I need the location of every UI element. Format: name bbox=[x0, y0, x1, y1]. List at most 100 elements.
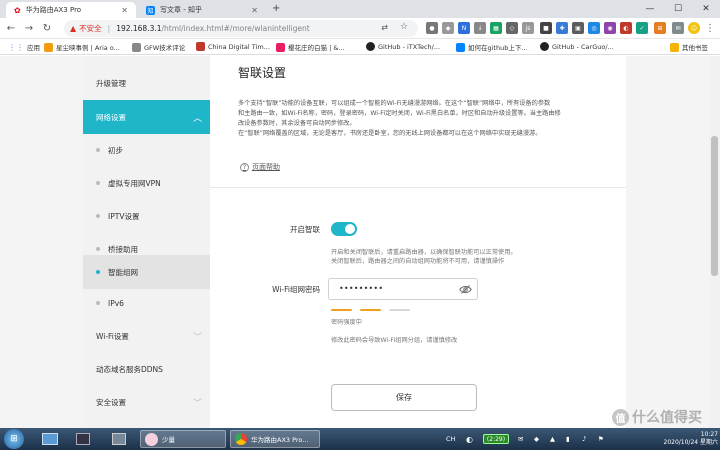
tab-router[interactable]: ✿ 华为路由AX3 Pro ✕ bbox=[6, 2, 136, 18]
sidebar-item-iptv[interactable]: IPTV设置 bbox=[83, 199, 210, 233]
system-clock[interactable]: 10:27 2020/10/24 星期六 bbox=[640, 431, 719, 447]
apps-grid-icon: ⋮⋮ bbox=[8, 42, 24, 52]
extension-icon[interactable]: ⊞ bbox=[654, 22, 666, 34]
network-icon[interactable]: ▮ bbox=[562, 430, 574, 448]
windows-taskbar: ⊞ 少量 华为路由AX3 Pro... CH ◐ (2:29) ✉ ◆ ▲ ▮ … bbox=[0, 428, 720, 450]
extension-icon[interactable]: ✉ bbox=[672, 22, 684, 34]
extension-icon[interactable]: ◆ bbox=[442, 22, 454, 34]
zhihu-icon bbox=[456, 42, 465, 52]
extension-icon[interactable]: ● bbox=[426, 22, 438, 34]
sidebar-item-ddns[interactable]: 动态域名服务DDNS bbox=[83, 352, 210, 386]
address-separator: | bbox=[107, 24, 111, 33]
new-tab-icon[interactable]: + bbox=[272, 3, 280, 14]
extension-icon[interactable]: ✓ bbox=[636, 22, 648, 34]
bookmark-item[interactable]: GitHub - CarGuo/... bbox=[540, 42, 614, 51]
github-icon bbox=[540, 42, 549, 51]
bookmark-item[interactable]: 星尘映事例 | Aria o... bbox=[44, 42, 120, 52]
taskbar-app-icon[interactable] bbox=[108, 430, 130, 448]
sidebar-item-label: 智能组网 bbox=[108, 267, 138, 277]
warning-icon: ▲ bbox=[70, 24, 77, 33]
smart-mesh-toggle[interactable] bbox=[331, 222, 357, 236]
help-link-label: 页面帮助 bbox=[252, 163, 280, 171]
bookmark-label: 樱花庄的白猫 | &... bbox=[288, 44, 345, 52]
tab-close-icon[interactable]: ✕ bbox=[251, 6, 258, 15]
help-icon: ? bbox=[240, 162, 249, 172]
tray-icon[interactable]: ✉ bbox=[514, 430, 527, 448]
extension-icon[interactable]: js bbox=[522, 22, 534, 34]
bookmark-item[interactable]: China Digital Tim... bbox=[196, 42, 270, 51]
reload-icon[interactable]: ↻ bbox=[40, 21, 54, 35]
browser-toolbar: ← → ↻ ▲ 不安全 | 192.168.3.1 /html/index.ht… bbox=[0, 18, 720, 39]
forward-icon[interactable]: → bbox=[22, 21, 36, 35]
sidebar-item-upgrade[interactable]: 升级管理 bbox=[83, 66, 210, 100]
extension-icon[interactable]: N bbox=[458, 22, 470, 34]
extension-icon[interactable]: ◉ bbox=[604, 22, 616, 34]
download-icon[interactable]: ↓ bbox=[474, 22, 486, 34]
address-bar[interactable]: ▲ 不安全 | 192.168.3.1 /html/index.html#/mo… bbox=[64, 20, 418, 37]
watermark-text: 什么值得买 bbox=[632, 410, 702, 426]
sidebar-item-security[interactable]: 安全设置 ﹀ bbox=[83, 385, 210, 419]
extension-icon[interactable]: ◇ bbox=[506, 22, 518, 34]
chevron-down-icon: ﹀ bbox=[192, 398, 202, 409]
back-icon[interactable]: ← bbox=[4, 21, 18, 35]
extension-icon[interactable]: ◐ bbox=[620, 22, 632, 34]
tray-icon[interactable]: ◆ bbox=[530, 430, 543, 448]
tab-close-icon[interactable]: ✕ bbox=[121, 6, 128, 15]
bookmark-label: 星尘映事例 | Aria o... bbox=[56, 44, 120, 52]
bookmark-item[interactable]: 樱花庄的白猫 | &... bbox=[276, 42, 345, 52]
bookmark-item[interactable]: GitHub - iTXTech/... bbox=[366, 42, 440, 51]
sidebar-item-basic[interactable]: 初步 bbox=[83, 133, 210, 167]
translate-icon[interactable]: ⇄ bbox=[381, 23, 388, 32]
other-bookmarks[interactable]: 其他书签 bbox=[670, 42, 708, 52]
extension-icon[interactable]: ■ bbox=[540, 22, 552, 34]
sidebar-item-wifi-settings[interactable]: Wi-Fi设置 ﹀ bbox=[83, 319, 210, 353]
sidebar-item-network-settings[interactable]: 网络设置 ︿ bbox=[83, 100, 210, 134]
password-hint: 修改此密码会导致Wi-Fi组网分组，请谨慎修改 bbox=[331, 337, 458, 344]
close-window-icon[interactable]: ✕ bbox=[692, 0, 720, 18]
extension-icon[interactable]: ▦ bbox=[490, 22, 502, 34]
enable-hint-line: 开启和关闭智联后，请重启路由器，以确保智联功能可以正常使用。 bbox=[331, 249, 517, 256]
flag-icon[interactable]: ⚑ bbox=[594, 430, 608, 448]
extension-icon[interactable]: ✚ bbox=[556, 22, 568, 34]
mesh-password-field[interactable]: ••••••••• bbox=[328, 278, 478, 300]
bookmark-star-icon[interactable]: ☆ bbox=[400, 22, 408, 32]
taskbar-explorer-icon[interactable] bbox=[38, 430, 62, 448]
security-label[interactable]: 不安全 bbox=[79, 23, 102, 34]
taskbar-item-chrome[interactable]: 华为路由AX3 Pro... bbox=[230, 430, 320, 448]
bookmarks-bar: ⋮⋮ 应用 星尘映事例 | Aria o... GFW技术评论 China Di… bbox=[0, 39, 720, 55]
tab-zhihu[interactable]: 知 写文章 - 知乎 ✕ bbox=[138, 2, 266, 18]
bookmark-item[interactable]: GFW技术评论 bbox=[132, 42, 185, 52]
taskbar-app-icon[interactable] bbox=[72, 430, 94, 448]
eye-slash-icon[interactable] bbox=[459, 283, 472, 296]
bullet-icon bbox=[96, 270, 100, 274]
bookmark-label: GitHub - CarGuo/... bbox=[552, 42, 614, 51]
bookmark-item[interactable]: 如何在github上下... bbox=[456, 42, 528, 52]
sidebar-item-ipv6[interactable]: IPv6 bbox=[83, 286, 210, 320]
help-link[interactable]: ? 页面帮助 bbox=[240, 162, 280, 172]
extension-icon[interactable]: ▣ bbox=[572, 22, 584, 34]
minimize-icon[interactable]: — bbox=[636, 0, 664, 18]
sidebar-item-vpn[interactable]: 虚拟专用网VPN bbox=[83, 166, 210, 200]
menu-kebab-icon[interactable]: ⋮ bbox=[704, 22, 716, 34]
tab-title: 华为路由AX3 Pro bbox=[25, 6, 82, 14]
maximize-icon[interactable]: ☐ bbox=[664, 0, 692, 18]
tray-icon[interactable]: ▲ bbox=[546, 430, 559, 448]
scrollbar-thumb[interactable] bbox=[711, 136, 718, 276]
start-button[interactable]: ⊞ bbox=[4, 429, 24, 449]
page-scrollbar[interactable] bbox=[709, 56, 720, 428]
profile-avatar[interactable]: ☺ bbox=[688, 22, 700, 34]
sidebar-item-smart-mesh[interactable]: 智能组网 bbox=[83, 255, 210, 289]
taskbar-item-label: 华为路由AX3 Pro... bbox=[251, 436, 309, 444]
sidebar-item-label: 桥接助用 bbox=[108, 244, 138, 254]
bookmark-apps[interactable]: ⋮⋮ 应用 bbox=[8, 42, 40, 53]
url-path: /html/index.html#/more/wlanintelligent bbox=[161, 24, 310, 33]
router-admin-page: 升级管理 网络设置 ︿ 初步 虚拟专用网VPN IPTV设置 桥接助用 智能组网 bbox=[0, 56, 720, 428]
volume-icon[interactable]: ♪ bbox=[578, 430, 590, 448]
save-button[interactable]: 保存 bbox=[331, 384, 477, 411]
tray-icon[interactable]: ◐ bbox=[462, 430, 477, 448]
taskbar-item-chat[interactable]: 少量 bbox=[140, 430, 226, 448]
extension-icon[interactable]: ◎ bbox=[588, 22, 600, 34]
battery-indicator[interactable]: (2:29) bbox=[483, 434, 509, 444]
watermark-logo-icon: 值 bbox=[612, 408, 629, 426]
ime-indicator[interactable]: CH bbox=[442, 430, 459, 448]
